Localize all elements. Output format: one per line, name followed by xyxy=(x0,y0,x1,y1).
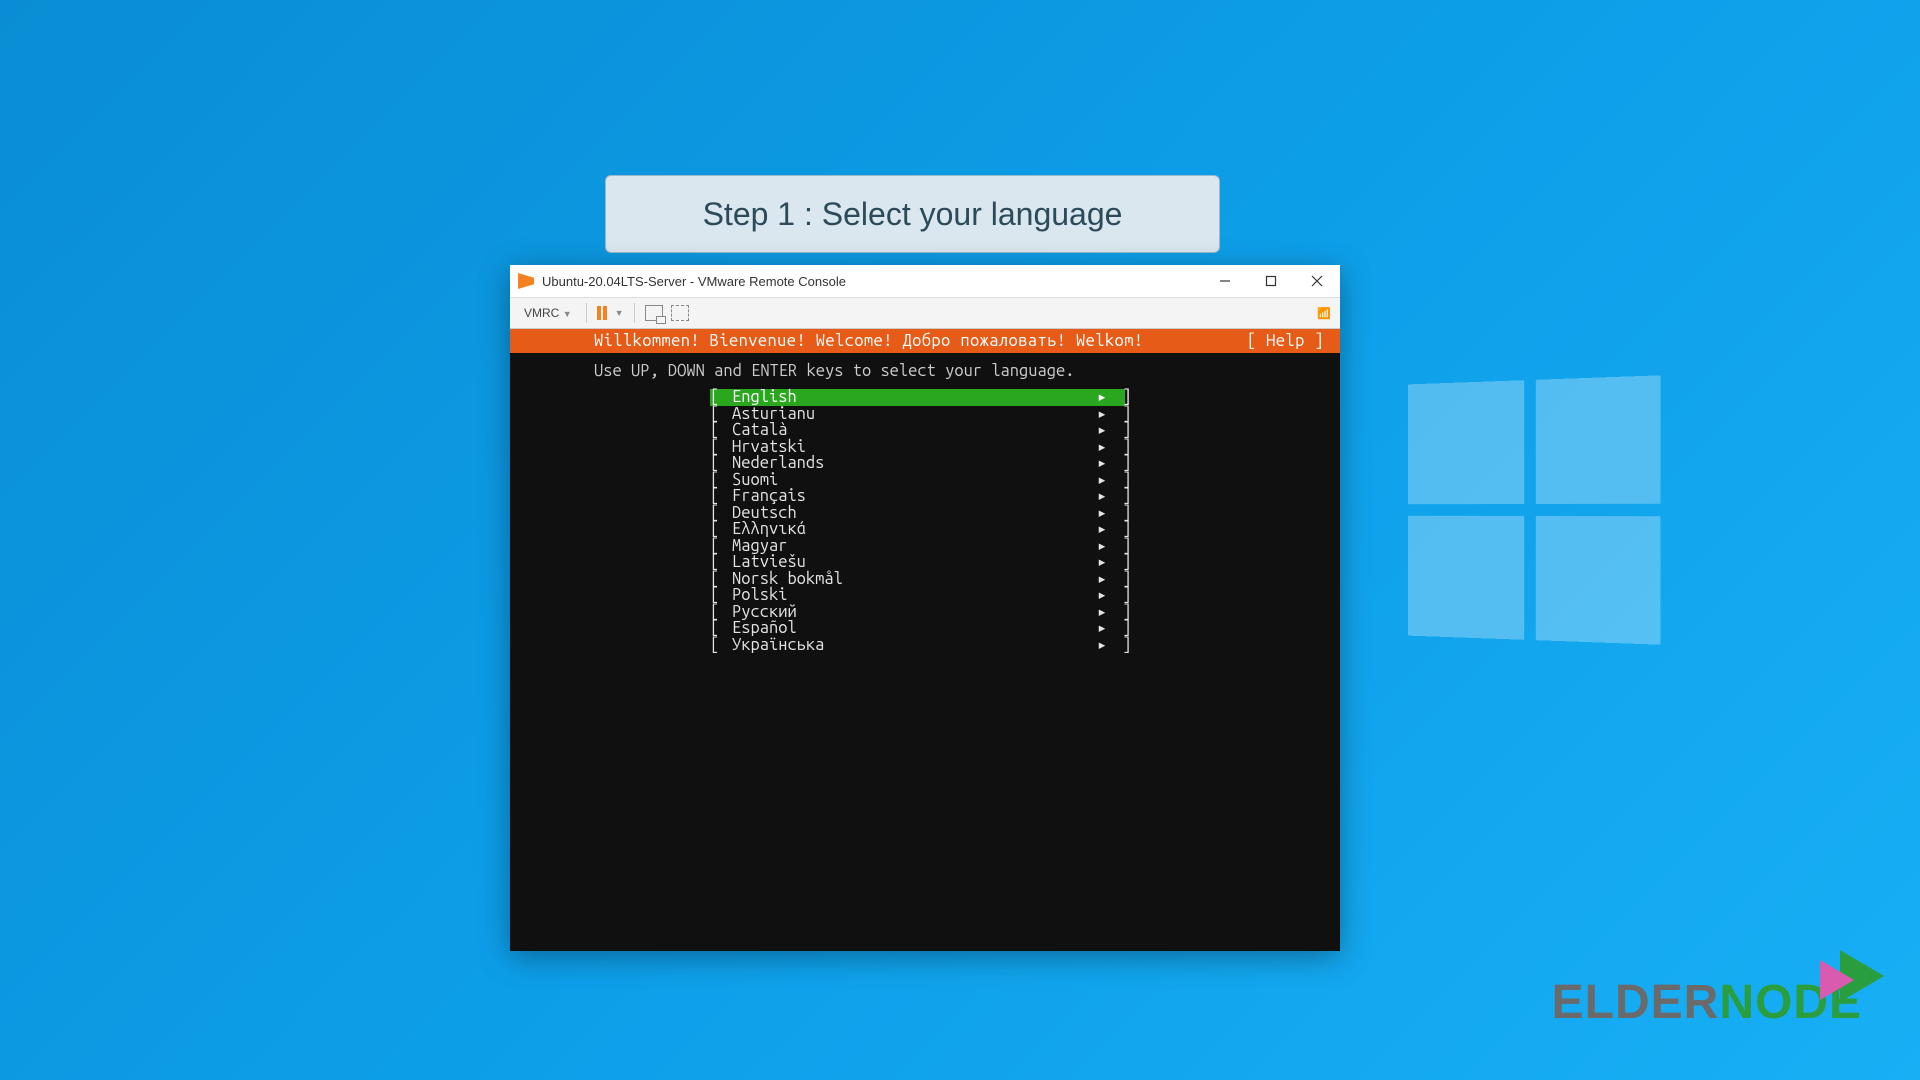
language-option[interactable]: [ Polski▸ ] xyxy=(710,587,1125,604)
maximize-button[interactable] xyxy=(1248,265,1294,297)
installer-header: Willkommen! Bienvenue! Welcome! Добро по… xyxy=(510,329,1340,353)
language-option[interactable]: [ Latviešu▸ ] xyxy=(710,554,1125,571)
language-option[interactable]: [ Ελληνικά▸ ] xyxy=(710,521,1125,538)
language-name: Français xyxy=(732,488,1097,505)
language-name: Hrvatski xyxy=(732,439,1097,456)
eldernode-logo-icon xyxy=(1820,950,1890,1010)
eldernode-watermark: ELDERNODE xyxy=(1552,975,1862,1030)
language-option[interactable]: [ Deutsch▸ ] xyxy=(710,505,1125,522)
language-name: Deutsch xyxy=(732,505,1097,522)
language-option[interactable]: [ Français▸ ] xyxy=(710,488,1125,505)
help-button[interactable]: [ Help ] xyxy=(1247,332,1324,350)
connection-signal-icon: 📶 xyxy=(1317,307,1330,320)
language-name: Norsk bokmål xyxy=(732,571,1097,588)
language-name: Nederlands xyxy=(732,455,1097,472)
close-button[interactable] xyxy=(1294,265,1340,297)
language-name: Polski xyxy=(732,587,1097,604)
send-ctrl-alt-del-button[interactable] xyxy=(645,305,663,321)
language-name: Suomi xyxy=(732,472,1097,489)
language-option[interactable]: [ Español▸ ] xyxy=(710,620,1125,637)
language-name: Русский xyxy=(732,604,1097,621)
vmrc-toolbar: VMRC ▼ ▼ 📶 xyxy=(510,297,1340,329)
language-name: Español xyxy=(732,620,1097,637)
language-option[interactable]: [ Asturianu▸ ] xyxy=(710,406,1125,423)
language-option[interactable]: [ Català▸ ] xyxy=(710,422,1125,439)
vmrc-window: Ubuntu-20.04LTS-Server - VMware Remote C… xyxy=(510,265,1340,951)
pause-button[interactable] xyxy=(597,306,607,320)
language-list[interactable]: [ English▸ ][ Asturianu▸ ][ Català▸ ][ H… xyxy=(710,389,1125,653)
language-option[interactable]: [ Nederlands▸ ] xyxy=(710,455,1125,472)
window-titlebar: Ubuntu-20.04LTS-Server - VMware Remote C… xyxy=(510,265,1340,297)
language-option[interactable]: [ Українська▸ ] xyxy=(710,637,1125,654)
language-name: Latviešu xyxy=(732,554,1097,571)
language-name: English xyxy=(732,389,1097,406)
vmware-icon xyxy=(518,273,534,289)
fullscreen-button[interactable] xyxy=(671,305,689,321)
language-option[interactable]: [ Norsk bokmål▸ ] xyxy=(710,571,1125,588)
minimize-button[interactable] xyxy=(1202,265,1248,297)
vmrc-menu-button[interactable]: VMRC ▼ xyxy=(520,304,576,322)
step-banner: Step 1 : Select your language xyxy=(605,175,1220,253)
language-name: Magyar xyxy=(732,538,1097,555)
language-option[interactable]: [ Magyar▸ ] xyxy=(710,538,1125,555)
greeting-text: Willkommen! Bienvenue! Welcome! Добро по… xyxy=(594,332,1247,350)
language-option[interactable]: [ Русский▸ ] xyxy=(710,604,1125,621)
language-option[interactable]: [ English▸ ] xyxy=(710,389,1125,406)
language-option[interactable]: [ Suomi▸ ] xyxy=(710,472,1125,489)
instruction-text: Use UP, DOWN and ENTER keys to select yo… xyxy=(510,353,1340,389)
language-name: Українська xyxy=(732,637,1097,654)
vm-console[interactable]: Willkommen! Bienvenue! Welcome! Добро по… xyxy=(510,329,1340,951)
language-name: Català xyxy=(732,422,1097,439)
language-name: Ελληνικά xyxy=(732,521,1097,538)
window-title: Ubuntu-20.04LTS-Server - VMware Remote C… xyxy=(542,274,1202,289)
windows-logo-background xyxy=(1408,375,1661,644)
pause-dropdown[interactable]: ▼ xyxy=(615,308,624,318)
language-name: Asturianu xyxy=(732,406,1097,423)
language-option[interactable]: [ Hrvatski▸ ] xyxy=(710,439,1125,456)
